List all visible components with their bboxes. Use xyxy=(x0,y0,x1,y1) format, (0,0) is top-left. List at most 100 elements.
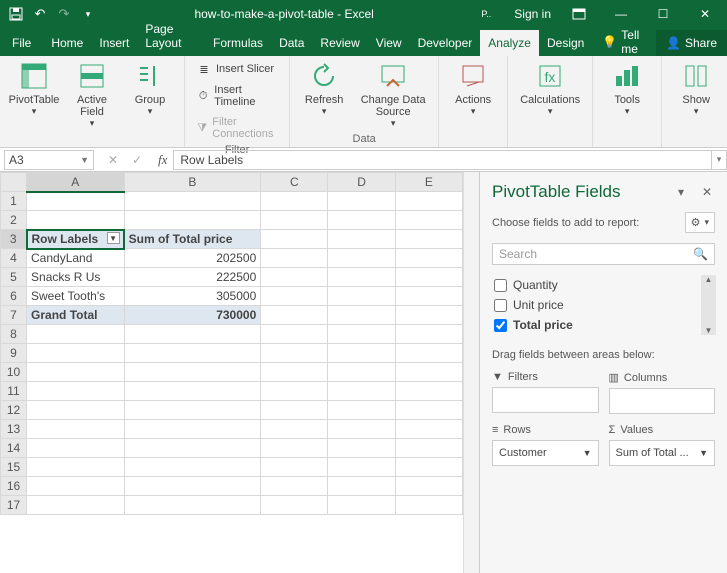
tab-analyze[interactable]: Analyze xyxy=(480,30,539,56)
name-box[interactable]: A3 ▼ xyxy=(4,150,94,170)
calculations-button[interactable]: fx Calculations▾ xyxy=(518,60,582,117)
col-header-D[interactable]: D xyxy=(328,173,395,192)
values-area-box[interactable]: Sum of Total ...▼ xyxy=(609,440,716,466)
close-icon[interactable]: ✕ xyxy=(691,3,719,25)
tab-data[interactable]: Data xyxy=(271,30,312,56)
row-header[interactable]: 3 xyxy=(1,230,27,249)
tab-formulas[interactable]: Formulas xyxy=(205,30,271,56)
worksheet[interactable]: A B C D E 1 2 3 Row Labels▼ Sum of Total… xyxy=(0,172,463,573)
save-icon[interactable] xyxy=(8,6,24,22)
expand-formula-bar-icon[interactable]: ▾ xyxy=(711,150,727,170)
cell[interactable]: 202500 xyxy=(124,249,261,268)
refresh-button[interactable]: Refresh▾ xyxy=(300,60,348,117)
change-data-source-button[interactable]: Change DataSource▾ xyxy=(358,60,428,129)
field-checkbox[interactable] xyxy=(494,319,507,332)
col-header-E[interactable]: E xyxy=(395,173,462,192)
cell[interactable]: CandyLand xyxy=(27,249,125,268)
field-search-input[interactable]: Search 🔍 xyxy=(492,243,715,265)
tab-developer[interactable]: Developer xyxy=(410,30,481,56)
field-unit-price[interactable]: Unit price xyxy=(492,295,715,315)
row-header[interactable]: 16 xyxy=(1,477,27,496)
calculations-label: Calculations xyxy=(520,94,580,106)
row-header[interactable]: 12 xyxy=(1,401,27,420)
row-header[interactable]: 9 xyxy=(1,344,27,363)
rows-area-box[interactable]: Customer▼ xyxy=(492,440,599,466)
cell-grand-value[interactable]: 730000 xyxy=(124,306,261,325)
cell[interactable]: Sweet Tooth's xyxy=(27,287,125,306)
columns-area-box[interactable] xyxy=(609,388,716,414)
cell[interactable]: Snacks R Us xyxy=(27,268,125,287)
cell-B3[interactable]: Sum of Total price xyxy=(124,230,261,249)
field-list-scrollbar[interactable]: ▲▼ xyxy=(701,275,716,335)
active-field-button[interactable]: Active Field▾ xyxy=(68,60,116,129)
pane-layout-button[interactable]: ⚙▾ xyxy=(685,212,715,233)
data-group-label: Data xyxy=(300,133,428,145)
row-header[interactable]: 14 xyxy=(1,439,27,458)
filter-connections-button: ⧩Filter Connections xyxy=(195,114,279,142)
tab-page-layout[interactable]: Page Layout xyxy=(137,16,205,56)
tab-review[interactable]: Review xyxy=(312,30,367,56)
row-header[interactable]: 8 xyxy=(1,325,27,344)
show-button[interactable]: Show▾ xyxy=(672,60,720,117)
col-header-B[interactable]: B xyxy=(124,173,261,192)
field-checkbox[interactable] xyxy=(494,279,507,292)
tell-me[interactable]: 💡 Tell me xyxy=(592,28,656,56)
row-header[interactable]: 7 xyxy=(1,306,27,325)
actions-icon xyxy=(457,60,489,92)
search-placeholder: Search xyxy=(499,247,537,261)
tools-button[interactable]: Tools▾ xyxy=(603,60,651,117)
cell[interactable]: 222500 xyxy=(124,268,261,287)
share-button[interactable]: 👤 Share xyxy=(656,30,727,56)
col-header-C[interactable]: C xyxy=(261,173,328,192)
cell-A3[interactable]: Row Labels▼ xyxy=(27,230,125,249)
pane-close-icon[interactable]: ✕ xyxy=(699,185,715,199)
tab-view[interactable]: View xyxy=(368,30,410,56)
maximize-icon[interactable]: ☐ xyxy=(649,3,677,25)
filters-area-box[interactable] xyxy=(492,387,599,413)
chevron-down-icon[interactable]: ▼ xyxy=(583,448,592,458)
row-header[interactable]: 4 xyxy=(1,249,27,268)
name-box-dropdown-icon[interactable]: ▼ xyxy=(80,155,89,165)
row-header[interactable]: 5 xyxy=(1,268,27,287)
pivottable-button[interactable]: PivotTable▾ xyxy=(10,60,58,117)
select-all-corner[interactable] xyxy=(1,173,27,192)
tab-insert[interactable]: Insert xyxy=(91,30,137,56)
row-header[interactable]: 15 xyxy=(1,458,27,477)
tab-home[interactable]: Home xyxy=(43,30,91,56)
row-header[interactable]: 17 xyxy=(1,496,27,515)
pane-title: PivotTable Fields xyxy=(492,182,621,202)
redo-icon[interactable]: ↷ xyxy=(56,6,72,22)
field-quantity[interactable]: Quantity xyxy=(492,275,715,295)
cell-grand-label[interactable]: Grand Total xyxy=(27,306,125,325)
insert-slicer-button[interactable]: ≣Insert Slicer xyxy=(195,60,279,78)
qat-customize-icon[interactable]: ▾ xyxy=(80,6,96,22)
fx-icon[interactable]: fx xyxy=(152,152,173,168)
actions-button[interactable]: Actions▾ xyxy=(449,60,497,117)
field-total-price[interactable]: Total price▼ xyxy=(492,315,715,335)
chevron-down-icon[interactable]: ▼ xyxy=(699,448,708,458)
cell[interactable]: 305000 xyxy=(124,287,261,306)
row-header[interactable]: 13 xyxy=(1,420,27,439)
filter-dropdown-icon[interactable]: ▼ xyxy=(107,232,120,244)
slicer-icon: ≣ xyxy=(197,62,211,76)
row-header[interactable]: 11 xyxy=(1,382,27,401)
group-button[interactable]: Group▾ xyxy=(126,60,174,117)
row-header[interactable]: 2 xyxy=(1,211,27,230)
pane-dropdown-icon[interactable]: ▾ xyxy=(673,185,689,199)
insert-timeline-button[interactable]: ⏱Insert Timeline xyxy=(195,82,279,110)
account-icon[interactable]: P.. xyxy=(472,3,500,25)
sign-in-link[interactable]: Sign in xyxy=(514,7,551,21)
field-checkbox[interactable] xyxy=(494,299,507,312)
tab-file[interactable]: File xyxy=(0,30,43,56)
minimize-icon[interactable]: — xyxy=(607,3,635,25)
formula-input[interactable]: Row Labels xyxy=(173,150,711,170)
row-header[interactable]: 6 xyxy=(1,287,27,306)
ribbon-display-icon[interactable] xyxy=(565,3,593,25)
tab-design[interactable]: Design xyxy=(539,30,592,56)
row-header[interactable]: 1 xyxy=(1,192,27,211)
row-header[interactable]: 10 xyxy=(1,363,27,382)
vertical-scrollbar[interactable] xyxy=(463,172,479,573)
undo-icon[interactable]: ↶ xyxy=(32,6,48,22)
col-header-A[interactable]: A xyxy=(27,173,125,192)
columns-area-icon: ▥ xyxy=(609,371,619,384)
